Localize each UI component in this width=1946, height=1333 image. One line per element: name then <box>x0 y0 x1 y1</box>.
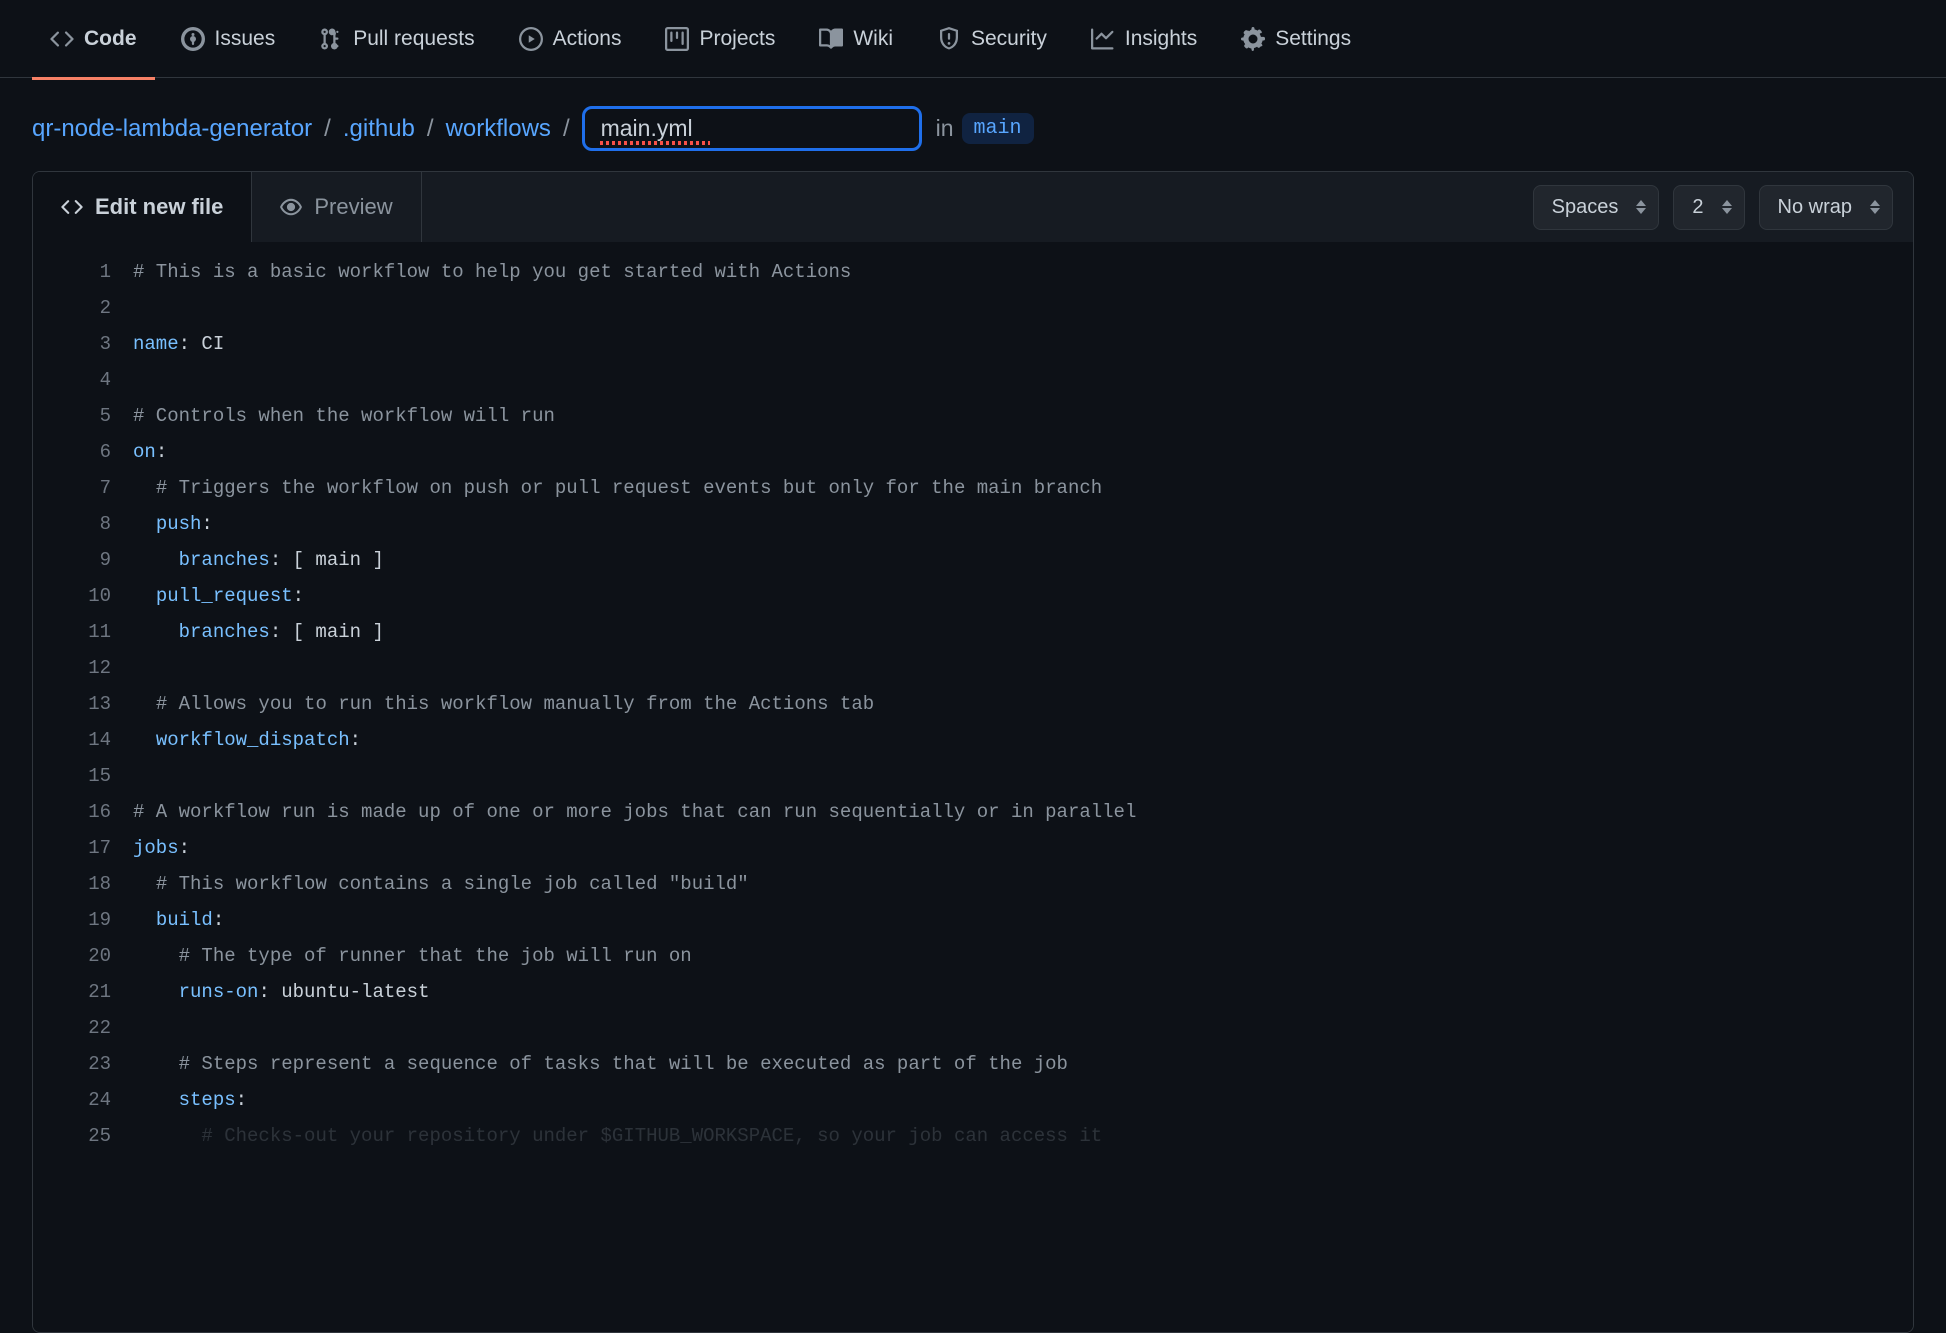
code-icon <box>50 27 74 51</box>
in-label: in <box>936 115 954 142</box>
nav-tab-label: Insights <box>1125 27 1197 51</box>
filename-input[interactable] <box>582 106 922 151</box>
breadcrumb-repo[interactable]: qr-node-lambda-generator <box>32 115 312 143</box>
nav-tab-code[interactable]: Code <box>32 15 155 63</box>
branch-badge[interactable]: main <box>962 113 1034 144</box>
tab-label: Preview <box>314 194 392 220</box>
nav-tab-settings[interactable]: Settings <box>1223 15 1369 63</box>
play-circle-icon <box>519 27 543 51</box>
nav-tab-insights[interactable]: Insights <box>1073 15 1215 63</box>
nav-tab-label: Settings <box>1275 27 1351 51</box>
gear-icon <box>1241 27 1265 51</box>
updown-icon <box>1870 200 1880 214</box>
eye-icon <box>280 196 302 218</box>
tab-edit-file[interactable]: Edit new file <box>33 172 252 242</box>
code-content[interactable]: # This is a basic workflow to help you g… <box>133 254 1913 1332</box>
code-editor[interactable]: 1234567891011121314151617181920212223242… <box>33 242 1913 1332</box>
line-number-gutter: 1234567891011121314151617181920212223242… <box>33 254 133 1332</box>
nav-tab-label: Issues <box>215 27 276 51</box>
select-value: Spaces <box>1552 196 1619 218</box>
breadcrumb-sep: / <box>559 115 574 143</box>
nav-tab-security[interactable]: Security <box>919 15 1065 63</box>
issue-icon <box>181 27 205 51</box>
shield-icon <box>937 27 961 51</box>
nav-tab-label: Code <box>84 27 137 51</box>
graph-icon <box>1091 27 1115 51</box>
code-icon <box>61 196 83 218</box>
nav-tab-label: Security <box>971 27 1047 51</box>
pull-request-icon <box>319 27 343 51</box>
breadcrumb: qr-node-lambda-generator / .github / wor… <box>0 78 1946 171</box>
indent-style-select[interactable]: Spaces <box>1533 185 1660 230</box>
select-value: 2 <box>1692 196 1703 218</box>
nav-tab-wiki[interactable]: Wiki <box>801 15 911 63</box>
nav-tab-label: Pull requests <box>353 27 474 51</box>
wrap-select[interactable]: No wrap <box>1759 185 1893 230</box>
breadcrumb-part-workflows[interactable]: workflows <box>446 115 551 143</box>
breadcrumb-sep: / <box>320 115 335 143</box>
nav-tab-actions[interactable]: Actions <box>501 15 640 63</box>
select-value: No wrap <box>1778 196 1852 218</box>
editor-tabs: Edit new file Preview Spaces 2 <box>33 172 1913 242</box>
nav-tab-pull-requests[interactable]: Pull requests <box>301 15 492 63</box>
nav-tab-label: Wiki <box>853 27 893 51</box>
nav-tab-label: Actions <box>553 27 622 51</box>
book-icon <box>819 27 843 51</box>
updown-icon <box>1722 200 1732 214</box>
nav-tab-issues[interactable]: Issues <box>163 15 294 63</box>
project-icon <box>665 27 689 51</box>
indent-size-select[interactable]: 2 <box>1673 185 1744 230</box>
nav-tab-projects[interactable]: Projects <box>647 15 793 63</box>
editor-frame: Edit new file Preview Spaces 2 <box>32 171 1914 1333</box>
updown-icon <box>1636 200 1646 214</box>
tab-label: Edit new file <box>95 194 223 220</box>
breadcrumb-sep: / <box>423 115 438 143</box>
tab-preview[interactable]: Preview <box>252 172 421 242</box>
breadcrumb-part-github[interactable]: .github <box>343 115 415 143</box>
nav-tab-label: Projects <box>699 27 775 51</box>
repo-nav: Code Issues Pull requests Actions Projec… <box>0 0 1946 78</box>
